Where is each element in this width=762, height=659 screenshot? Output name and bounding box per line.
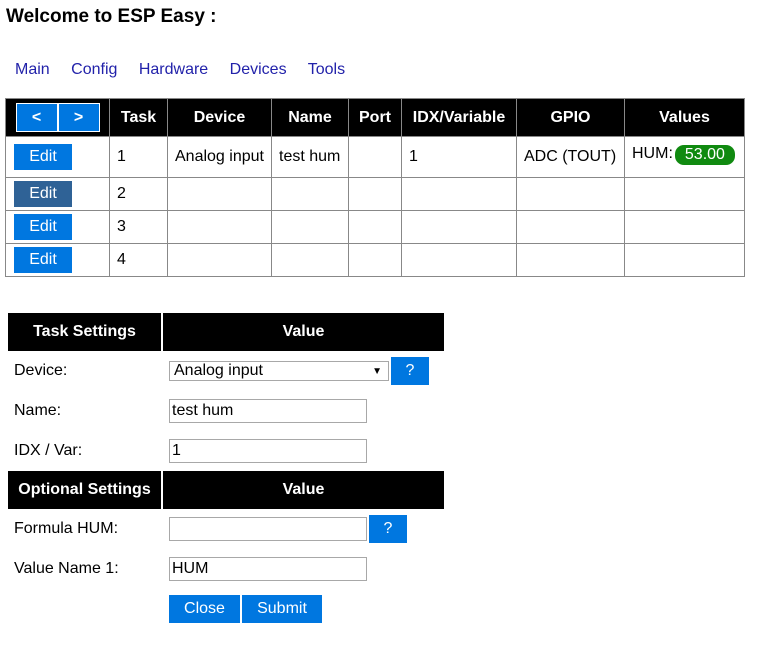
task-row: Edit 2 bbox=[5, 177, 745, 211]
nav-hardware[interactable]: Hardware bbox=[139, 61, 208, 78]
task-port bbox=[348, 243, 402, 277]
col-device: Device bbox=[167, 98, 272, 137]
task-number: 1 bbox=[109, 136, 168, 178]
task-gpio bbox=[516, 243, 625, 277]
optional-settings-header: Optional Settings bbox=[8, 471, 161, 509]
task-settings-form: Task Settings Value Device: Analog input… bbox=[6, 313, 446, 629]
task-name bbox=[271, 177, 349, 211]
formula-label: Formula HUM: bbox=[14, 520, 119, 537]
value-label: HUM: bbox=[632, 145, 673, 162]
task-device: Analog input bbox=[167, 136, 272, 178]
optional-value-header: Value bbox=[163, 471, 444, 509]
idx-label: IDX / Var: bbox=[14, 442, 83, 459]
task-idx bbox=[401, 177, 517, 211]
task-settings-header: Task Settings bbox=[8, 313, 161, 351]
task-device bbox=[167, 177, 272, 211]
edit-task-3-button[interactable]: Edit bbox=[14, 214, 72, 240]
task-idx: 1 bbox=[401, 136, 517, 178]
task-values bbox=[624, 177, 745, 211]
device-help-button[interactable]: ? bbox=[391, 357, 429, 385]
task-gpio bbox=[516, 210, 625, 244]
task-table: < > Task Device Name Port IDX/Variable G… bbox=[5, 98, 745, 277]
task-name bbox=[271, 243, 349, 277]
submit-button[interactable]: Submit bbox=[242, 595, 322, 623]
col-idx: IDX/Variable bbox=[401, 98, 517, 137]
prev-page-button[interactable]: < bbox=[15, 103, 58, 132]
task-port bbox=[348, 210, 402, 244]
task-name bbox=[271, 210, 349, 244]
device-label: Device: bbox=[14, 362, 68, 379]
name-input[interactable] bbox=[169, 399, 367, 423]
task-number: 3 bbox=[109, 210, 168, 244]
pager-header: < > bbox=[5, 98, 110, 137]
col-gpio: GPIO bbox=[516, 98, 625, 137]
task-values: HUM: 53.00 bbox=[624, 136, 745, 178]
task-device bbox=[167, 243, 272, 277]
next-page-button[interactable]: > bbox=[57, 103, 100, 132]
task-port bbox=[348, 136, 402, 178]
task-table-header: < > Task Device Name Port IDX/Variable G… bbox=[5, 98, 745, 137]
edit-task-1-button[interactable]: Edit bbox=[14, 144, 72, 170]
edit-task-2-button[interactable]: Edit bbox=[14, 181, 72, 207]
value-name-input[interactable] bbox=[169, 557, 367, 581]
nav-config[interactable]: Config bbox=[71, 61, 117, 78]
formula-input[interactable] bbox=[169, 517, 367, 541]
nav-main[interactable]: Main bbox=[15, 61, 50, 78]
task-row: Edit 4 bbox=[5, 243, 745, 277]
task-values bbox=[624, 243, 745, 277]
task-name: test hum bbox=[271, 136, 349, 178]
task-row: Edit 3 bbox=[5, 210, 745, 244]
formula-help-button[interactable]: ? bbox=[369, 515, 407, 543]
top-nav: Main Config Hardware Devices Tools bbox=[15, 61, 362, 79]
col-port: Port bbox=[348, 98, 402, 137]
col-task: Task bbox=[109, 98, 168, 137]
close-button[interactable]: Close bbox=[169, 595, 240, 623]
task-idx bbox=[401, 243, 517, 277]
task-idx bbox=[401, 210, 517, 244]
col-name: Name bbox=[271, 98, 349, 137]
name-label: Name: bbox=[14, 402, 62, 419]
page-title: Welcome to ESP Easy : bbox=[6, 6, 217, 27]
task-gpio: ADC (TOUT) bbox=[516, 136, 625, 178]
task-gpio bbox=[516, 177, 625, 211]
idx-input[interactable] bbox=[169, 439, 367, 463]
task-number: 2 bbox=[109, 177, 168, 211]
task-port bbox=[348, 177, 402, 211]
task-number: 4 bbox=[109, 243, 168, 277]
device-select[interactable]: Analog input ▼ bbox=[169, 361, 389, 381]
task-device bbox=[167, 210, 272, 244]
task-row: Edit 1 Analog input test hum 1 ADC (TOUT… bbox=[5, 136, 745, 178]
nav-devices[interactable]: Devices bbox=[230, 61, 287, 78]
value-badge: 53.00 bbox=[674, 145, 735, 165]
dropdown-arrow-icon: ▼ bbox=[372, 365, 382, 377]
value-header: Value bbox=[163, 313, 444, 351]
col-values: Values bbox=[624, 98, 745, 137]
edit-task-4-button[interactable]: Edit bbox=[14, 247, 72, 273]
nav-tools[interactable]: Tools bbox=[308, 61, 345, 78]
value-name-label: Value Name 1: bbox=[14, 560, 119, 577]
device-select-value: Analog input bbox=[174, 362, 263, 379]
task-values bbox=[624, 210, 745, 244]
